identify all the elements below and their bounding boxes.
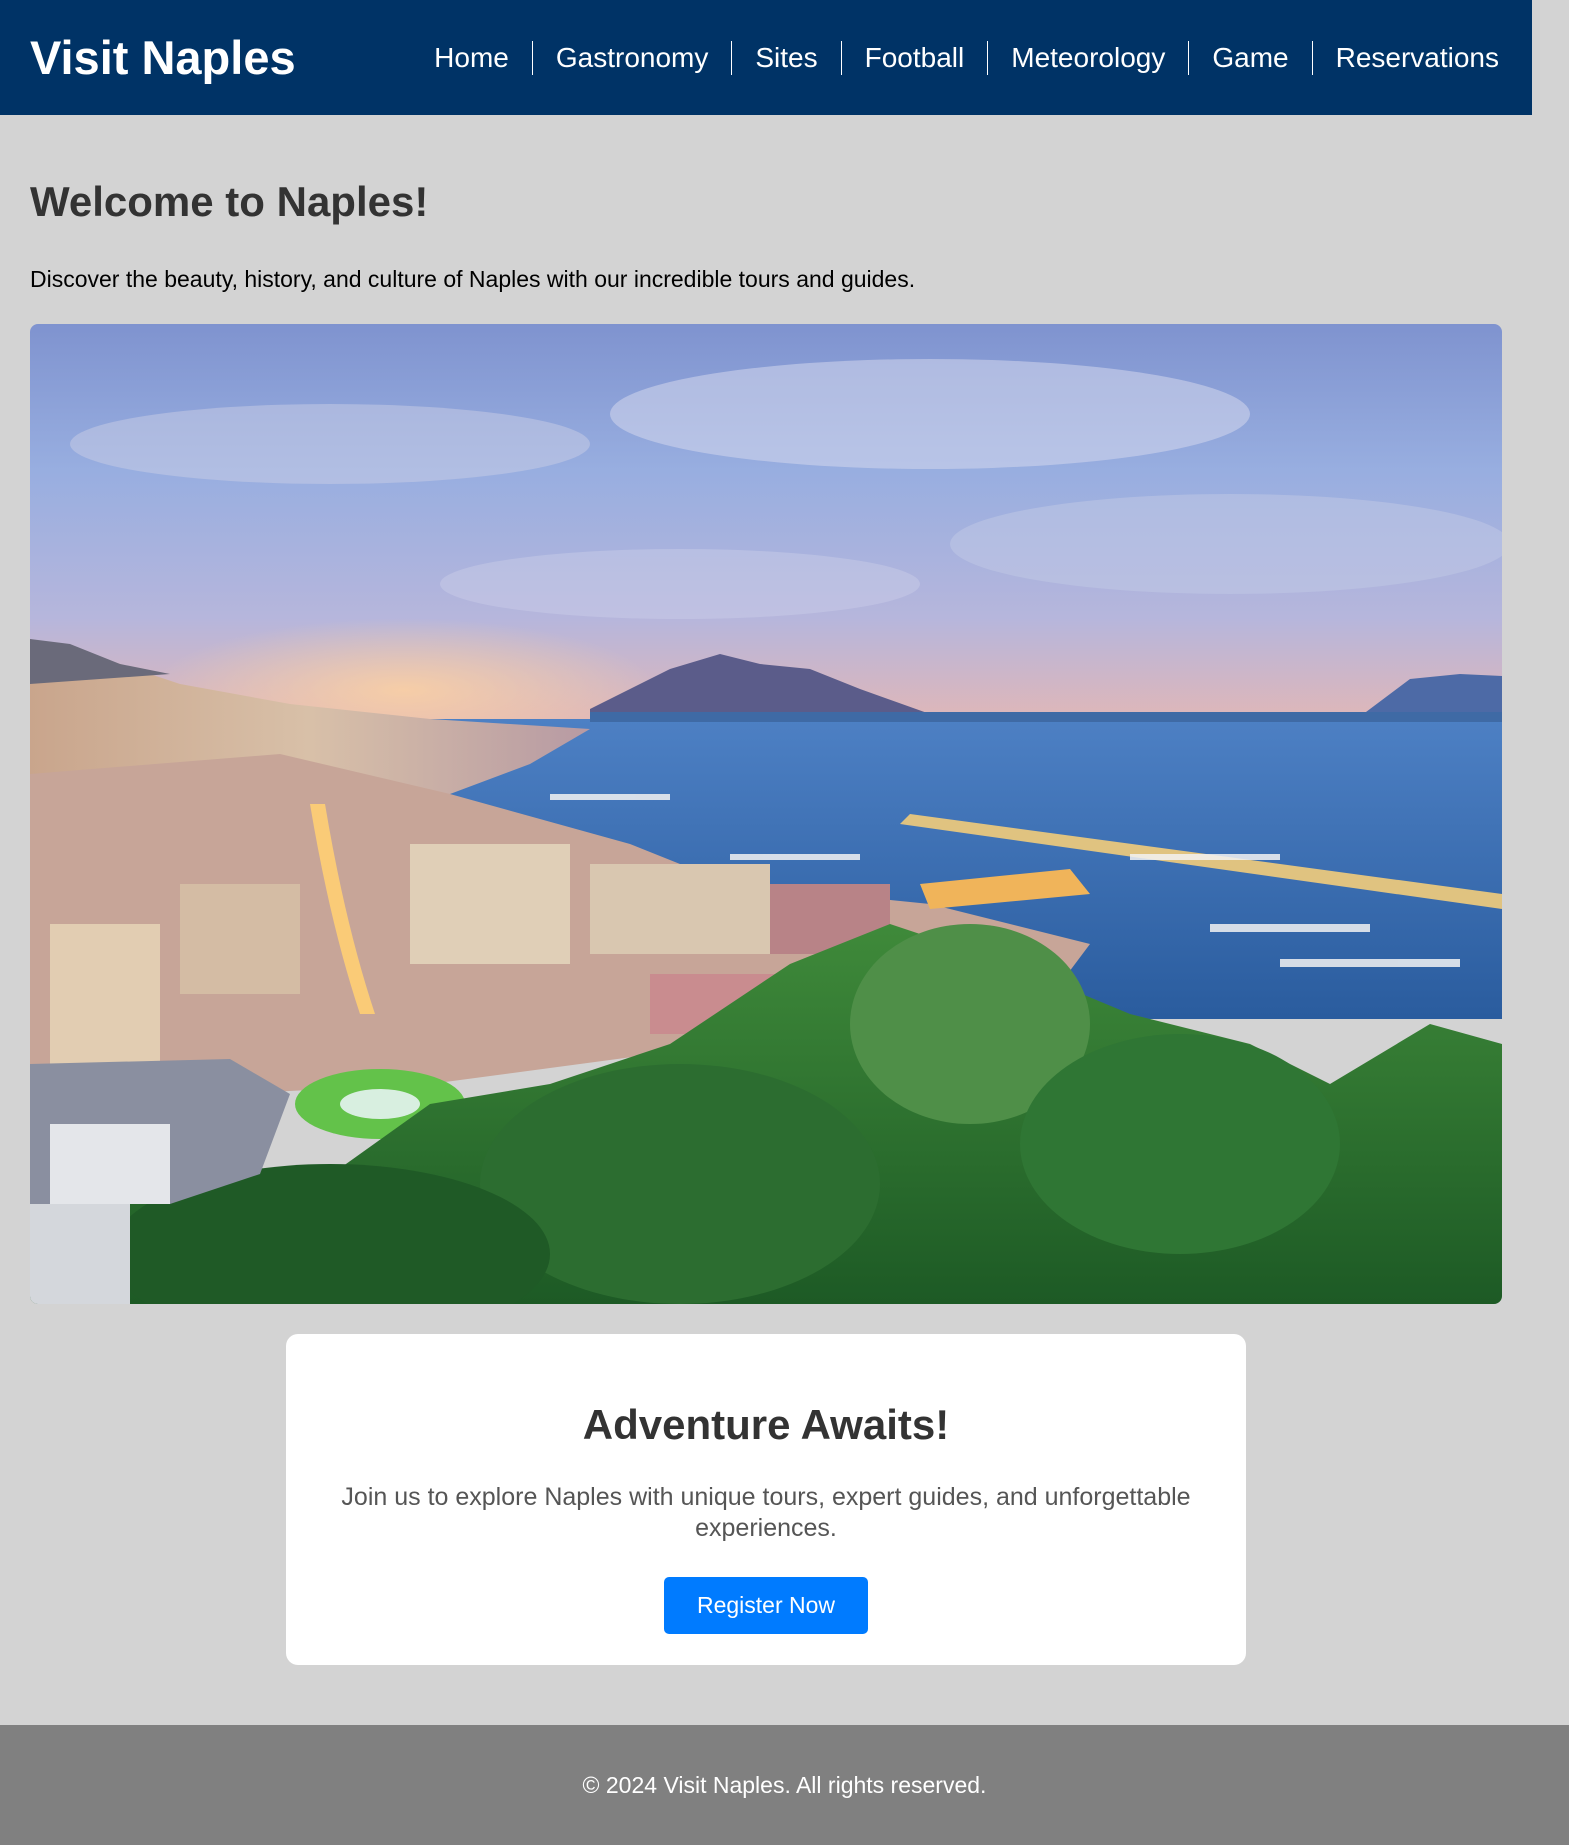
page-title: Welcome to Naples! [30, 178, 429, 225]
naples-bay-photo [30, 324, 1502, 1304]
nav-game[interactable]: Game [1189, 43, 1311, 72]
card-title: Adventure Awaits! [582, 1401, 950, 1448]
site-header: Visit Naples Home Gastronomy Sites Footb… [0, 0, 1532, 115]
nav-sites[interactable]: Sites [732, 43, 840, 72]
adventure-card: Adventure Awaits! Join us to explore Nap… [286, 1334, 1246, 1665]
intro-text: Discover the beauty, history, and cultur… [30, 266, 916, 292]
nav-gastronomy[interactable]: Gastronomy [533, 43, 732, 72]
register-now-button[interactable]: Register Now [664, 1577, 868, 1634]
nav-meteorology[interactable]: Meteorology [988, 43, 1188, 72]
nav-football[interactable]: Football [842, 43, 988, 72]
nav-home[interactable]: Home [411, 43, 532, 72]
nav-reservations[interactable]: Reservations [1313, 43, 1522, 72]
copyright-text: © 2024 Visit Naples. All rights reserved… [582, 1771, 987, 1798]
main-nav: Home Gastronomy Sites Football Meteorolo… [411, 0, 1522, 115]
card-text: Join us to explore Naples with unique to… [341, 1483, 1191, 1542]
site-footer: © 2024 Visit Naples. All rights reserved… [0, 1725, 1569, 1845]
hero-image [30, 324, 1502, 1304]
site-logo[interactable]: Visit Naples [30, 34, 296, 81]
